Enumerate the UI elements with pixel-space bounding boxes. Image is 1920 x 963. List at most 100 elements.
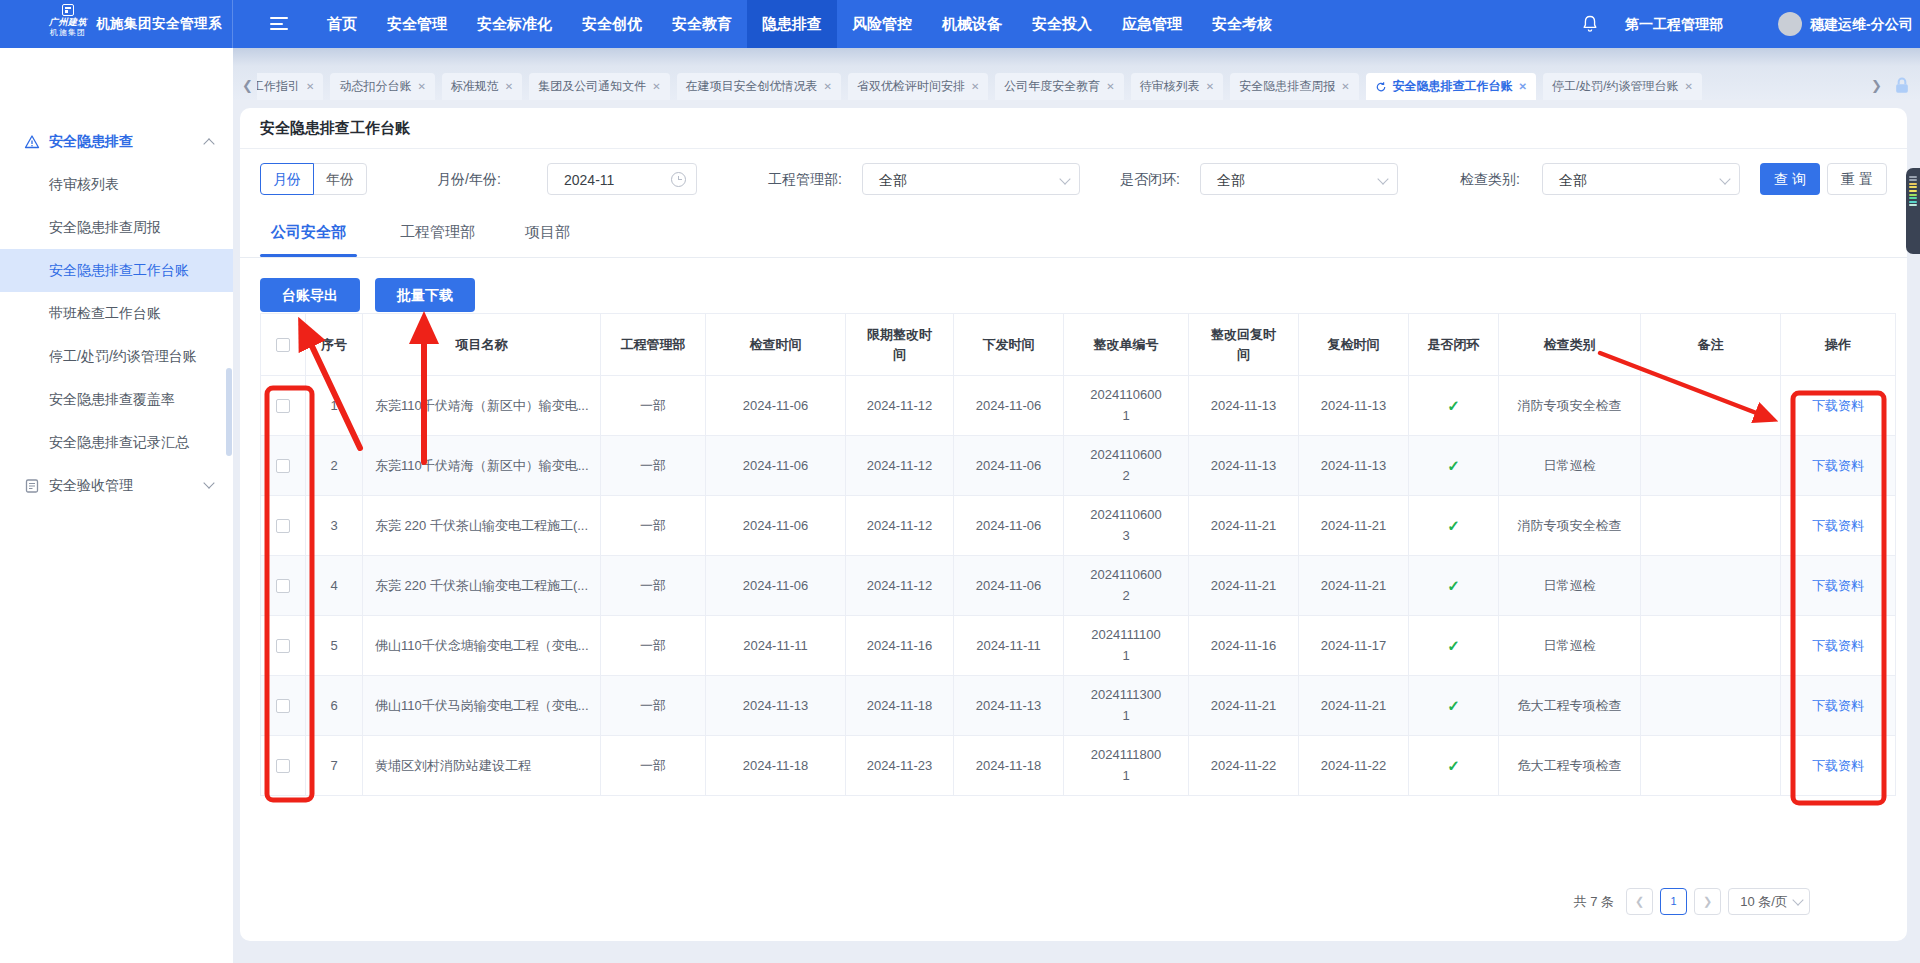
close-icon[interactable]: ✕	[971, 81, 979, 92]
row-checkbox[interactable]	[276, 759, 290, 773]
pagination-prev-button[interactable]: ❮	[1626, 888, 1653, 915]
row-checkbox[interactable]	[276, 699, 290, 713]
sidebar-item-5[interactable]: 安全隐患排查覆盖率	[0, 378, 233, 421]
row-checkbox[interactable]	[276, 399, 290, 413]
float-side-widget[interactable]	[1906, 168, 1920, 254]
workspace-tab-1[interactable]: 动态扣分台账 ✕	[330, 73, 434, 100]
sidebar-item-1[interactable]: 安全隐患排查周报	[0, 206, 233, 249]
lock-icon[interactable]	[1892, 76, 1912, 96]
tab-label: 集团及公司通知文件	[538, 78, 646, 95]
collapse-menu-icon[interactable]	[270, 17, 288, 31]
sidebar-item-0[interactable]: 待审核列表	[0, 163, 233, 206]
nav-item-10[interactable]: 安全考核	[1197, 0, 1287, 48]
sidebar-item-label: 带班检查工作台账	[49, 305, 161, 323]
tab-engineering-dept[interactable]: 工程管理部	[400, 209, 475, 258]
reset-button[interactable]: 重 置	[1827, 163, 1887, 195]
download-link[interactable]: 下载资料	[1812, 578, 1864, 593]
header-username[interactable]: 穗建运维-分公司	[1810, 0, 1913, 48]
sidebar-section-hidden-danger[interactable]: 安全隐患排查	[0, 120, 233, 163]
workspace-tab-7[interactable]: 待审核列表 ✕	[1131, 73, 1223, 100]
workspace-tab-3[interactable]: 集团及公司通知文件 ✕	[529, 73, 669, 100]
row-checkbox[interactable]	[276, 639, 290, 653]
close-icon[interactable]: ✕	[306, 81, 314, 92]
col-header-11: 备注	[1641, 314, 1781, 376]
date-filter-input[interactable]: 2024-11	[547, 163, 697, 195]
row-checkbox[interactable]	[276, 579, 290, 593]
dept-filter-select[interactable]: 全部	[862, 163, 1080, 195]
export-ledger-button[interactable]: 台账导出	[260, 278, 360, 312]
tab-project-dept[interactable]: 项目部	[525, 209, 570, 258]
tabs-scroll-right-icon[interactable]: ❯	[1871, 78, 1882, 93]
row-checkbox[interactable]	[276, 519, 290, 533]
download-link[interactable]: 下载资料	[1812, 638, 1864, 653]
sidebar-scrollbar[interactable]	[226, 368, 232, 456]
tab-company-safety-dept[interactable]: 公司安全部	[260, 209, 357, 258]
tab-label: 动态扣分台账	[339, 78, 411, 95]
workspace-tab-2[interactable]: 标准规范✕	[442, 73, 522, 100]
download-link[interactable]: 下载资料	[1812, 458, 1864, 473]
batch-download-button[interactable]: 批量下载	[375, 278, 475, 312]
nav-item-7[interactable]: 机械设备	[927, 0, 1017, 48]
pagination-next-button[interactable]: ❯	[1694, 888, 1721, 915]
workspace-tab-8[interactable]: 安全隐患排查周报✕	[1230, 73, 1358, 100]
download-link[interactable]: 下载资料	[1812, 758, 1864, 773]
download-link[interactable]: 下载资料	[1812, 698, 1864, 713]
close-icon[interactable]: ✕	[1519, 81, 1527, 92]
close-icon[interactable]: ✕	[824, 81, 832, 92]
close-icon[interactable]: ✕	[1106, 81, 1114, 92]
download-link[interactable]: 下载资料	[1812, 518, 1864, 533]
nav-item-2[interactable]: 安全标准化	[462, 0, 567, 48]
sidebar-item-2[interactable]: 安全隐患排查工作台账	[0, 249, 233, 292]
workspace-tab-4[interactable]: 在建项目安全创优情况表✕	[677, 73, 841, 100]
table-row-4: 4东莞 220 千伏茶山输变电工程施工(...一部2024-11-062024-…	[261, 556, 1896, 616]
logo-section: 广州建筑 机施集团 机施集团安全管理系统	[0, 0, 233, 48]
col-header-1: 项目名称	[363, 314, 601, 376]
sidebar-item-4[interactable]: 停工/处罚/约谈管理台账	[0, 335, 233, 378]
avatar[interactable]	[1778, 12, 1802, 36]
search-button[interactable]: 查 询	[1760, 163, 1820, 195]
sidebar-item-label: 停工/处罚/约谈管理台账	[49, 348, 197, 366]
closed-check-icon: ✓	[1447, 397, 1460, 414]
sidebar-item-6[interactable]: 安全隐患排查记录汇总	[0, 421, 233, 464]
workspace-tab-10[interactable]: 停工/处罚/约谈管理台账✕	[1543, 73, 1702, 100]
close-icon[interactable]: ✕	[652, 81, 660, 92]
nav-item-0[interactable]: 首页	[312, 0, 372, 48]
col-header-2: 工程管理部	[601, 314, 706, 376]
table-row-5: 5佛山110千伏念塘输变电工程（变电...一部2024-11-112024-11…	[261, 616, 1896, 676]
toggle-year-button[interactable]: 年份	[313, 163, 367, 195]
nav-item-1[interactable]: 安全管理	[372, 0, 462, 48]
nav-item-6[interactable]: 风险管控	[837, 0, 927, 48]
close-icon[interactable]: ✕	[1206, 81, 1214, 92]
sidebar-item-3[interactable]: 带班检查工作台账	[0, 292, 233, 335]
tab-label: 待审核列表	[1140, 78, 1200, 95]
nav-item-5[interactable]: 隐患排查	[747, 0, 837, 48]
close-icon[interactable]: ✕	[417, 81, 425, 92]
col-header-8: 复检时间	[1299, 314, 1409, 376]
header-department[interactable]: 第一工程管理部	[1625, 0, 1723, 48]
workspace-tab-0[interactable]: 工作指引✕	[257, 73, 323, 100]
download-link[interactable]: 下载资料	[1812, 398, 1864, 413]
row-checkbox[interactable]	[276, 459, 290, 473]
toggle-month-button[interactable]: 月份	[260, 163, 314, 195]
nav-item-9[interactable]: 应急管理	[1107, 0, 1197, 48]
nav-item-3[interactable]: 安全创优	[567, 0, 657, 48]
pagination-size-select[interactable]: 10 条/页	[1728, 888, 1810, 915]
close-icon[interactable]: ✕	[505, 81, 513, 92]
sidebar-section-safety-acceptance[interactable]: 安全验收管理	[0, 464, 233, 507]
page-title: 安全隐患排查工作台账	[240, 108, 1907, 149]
pagination-page-1[interactable]: 1	[1660, 888, 1687, 915]
closed-filter-select[interactable]: 全部	[1200, 163, 1398, 195]
nav-item-8[interactable]: 安全投入	[1017, 0, 1107, 48]
type-filter-select[interactable]: 全部	[1542, 163, 1740, 195]
workspace-tab-6[interactable]: 公司年度安全教育✕	[995, 73, 1123, 100]
workspace-tab-5[interactable]: 省双优检评时间安排✕	[848, 73, 988, 100]
nav-item-4[interactable]: 安全教育	[657, 0, 747, 48]
close-icon[interactable]: ✕	[1341, 81, 1349, 92]
tabs-scroll-left-icon[interactable]: ❮	[242, 78, 253, 93]
close-icon[interactable]: ✕	[1685, 81, 1693, 92]
notification-bell-icon[interactable]	[1580, 14, 1600, 34]
select-all-checkbox[interactable]	[276, 338, 290, 352]
workspace-tab-9[interactable]: 安全隐患排查工作台账✕	[1366, 73, 1536, 100]
date-filter-label: 月份/年份:	[437, 163, 501, 195]
table-wrap: 序号项目名称工程管理部检查时间限期整改时间下发时间整改单编号整改回复时间复检时间…	[260, 313, 1896, 796]
